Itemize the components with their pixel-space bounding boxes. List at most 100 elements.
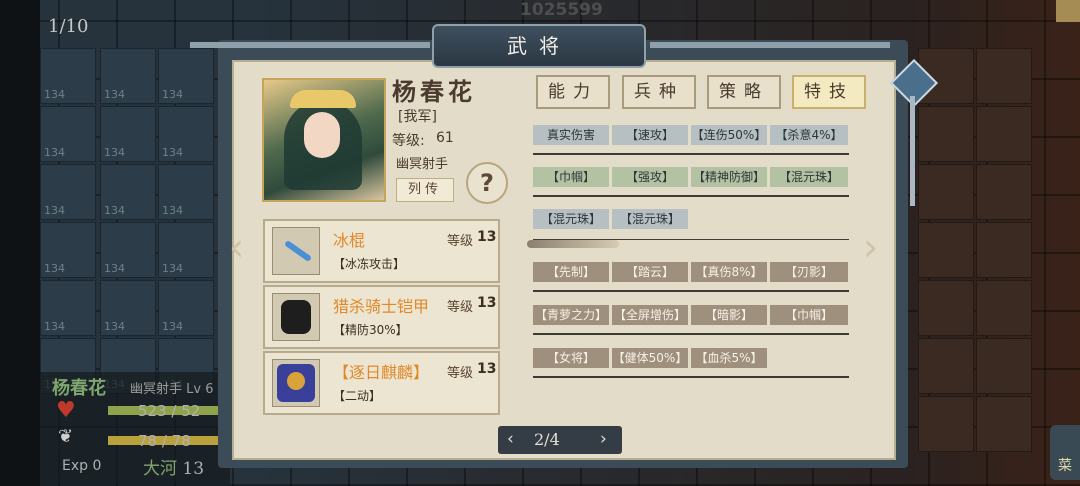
map-tile[interactable] <box>976 396 1032 452</box>
skill-tag[interactable]: 【刃影】 <box>770 262 848 282</box>
hero-portrait[interactable] <box>262 78 386 202</box>
map-tile[interactable]: 134 <box>100 280 156 336</box>
skill-tag[interactable]: 【精神防御】 <box>691 167 767 187</box>
section-separator <box>527 240 619 248</box>
map-tile[interactable]: 134 <box>40 280 96 336</box>
side-menu-button[interactable]: 菜 <box>1050 425 1080 480</box>
map-tile[interactable] <box>976 164 1032 220</box>
skill-tag[interactable]: 【踏云】 <box>612 262 688 282</box>
hero-faction: [我军] <box>398 109 437 125</box>
map-tile[interactable] <box>918 396 974 452</box>
map-tile[interactable]: 134 <box>100 222 156 278</box>
tab-strategy[interactable]: 策略 <box>707 75 781 109</box>
tile-number: 134 <box>162 262 183 275</box>
map-tile[interactable]: 134 <box>158 48 214 104</box>
equipment-level-label: 等级 <box>447 300 474 315</box>
skill-row-divider <box>533 290 849 292</box>
map-tile[interactable]: 134 <box>100 164 156 220</box>
map-tile[interactable] <box>918 164 974 220</box>
skill-tag[interactable]: 【真伤8%】 <box>691 262 767 282</box>
skill-tag[interactable]: 【连伤50%】 <box>691 125 767 145</box>
map-tile[interactable] <box>976 222 1032 278</box>
page-indicator: 2/4 <box>534 430 560 449</box>
map-tile[interactable] <box>976 338 1032 394</box>
tile-number: 134 <box>44 320 65 333</box>
prev-page-button[interactable]: ‹ <box>507 429 514 449</box>
tab-ability[interactable]: 能力 <box>536 75 610 109</box>
skill-row-divider <box>533 376 849 378</box>
help-button[interactable]: ? <box>466 162 508 204</box>
next-hero-arrow[interactable]: › <box>863 225 878 269</box>
map-tile[interactable]: 134 <box>158 280 214 336</box>
portrait-face <box>304 112 340 158</box>
equipment-effect: 【精防30%】 <box>333 323 408 337</box>
map-tile[interactable]: 134 <box>40 48 96 104</box>
tassel-ornament <box>910 96 915 206</box>
panel-title-plate: 武将 <box>432 24 646 68</box>
map-tile[interactable]: 134 <box>100 106 156 162</box>
equipment-weapon[interactable]: 冰棍 等级 13 【冰冻攻击】 <box>263 219 500 283</box>
skill-tag[interactable]: 真实伤害 <box>533 125 609 145</box>
biography-button[interactable]: 列传 <box>396 178 454 202</box>
hud-unit-name: 杨春花 <box>52 378 106 399</box>
tile-number: 134 <box>162 320 183 333</box>
skill-tag[interactable]: 【巾帼】 <box>533 167 609 187</box>
skill-tag[interactable]: 【巾帼】 <box>770 305 848 325</box>
tile-number: 134 <box>104 204 125 217</box>
map-page-counter: 1/10 <box>48 16 89 37</box>
map-tile[interactable] <box>976 106 1032 162</box>
skill-tag[interactable]: 【杀意4%】 <box>770 125 848 145</box>
map-tile[interactable] <box>918 280 974 336</box>
hud-exp: Exp 0 <box>62 458 102 474</box>
tab-troops[interactable]: 兵种 <box>622 75 696 109</box>
tile-number: 134 <box>104 88 125 101</box>
hud-place: 大河 13 <box>143 459 205 479</box>
map-tile[interactable] <box>918 338 974 394</box>
equipment-level: 13 <box>477 361 497 377</box>
skill-tag[interactable]: 【先制】 <box>533 262 609 282</box>
map-tile[interactable]: 134 <box>100 48 156 104</box>
skill-tag[interactable]: 【血杀5%】 <box>691 348 767 368</box>
tab-special-skills[interactable]: 特技 <box>792 75 866 109</box>
equipment-armor[interactable]: 猎杀骑士铠甲 等级 13 【精防30%】 <box>263 285 500 349</box>
tile-number: 134 <box>104 146 125 159</box>
hero-class: 幽冥射手 <box>396 157 449 172</box>
skill-tag[interactable]: 【暗影】 <box>691 305 767 325</box>
skill-tag[interactable]: 【混元珠】 <box>770 167 848 187</box>
map-tile[interactable]: 134 <box>40 164 96 220</box>
tile-number: 134 <box>44 88 65 101</box>
ice-stick-icon <box>272 227 320 275</box>
left-edge-strip <box>0 0 40 486</box>
title-wing-left <box>190 42 430 48</box>
map-tile[interactable] <box>918 106 974 162</box>
map-tile[interactable]: 134 <box>158 164 214 220</box>
skill-row-divider <box>533 153 849 155</box>
title-wing-right <box>650 42 890 48</box>
map-tile[interactable] <box>976 48 1032 104</box>
gold-amount: 1025599 <box>520 0 603 20</box>
equipment-level-label: 等级 <box>447 366 474 381</box>
map-tile[interactable]: 134 <box>158 222 214 278</box>
portrait-crown <box>290 90 356 108</box>
equipment-level-label: 等级 <box>447 234 474 249</box>
skill-tag[interactable]: 【混元珠】 <box>612 209 688 229</box>
hero-level: 61 <box>436 130 454 146</box>
equipment-mount[interactable]: 【逐日麒麟】 等级 13 【二动】 <box>263 351 500 415</box>
tile-number: 134 <box>162 146 183 159</box>
skill-tag[interactable]: 【速攻】 <box>612 125 688 145</box>
skill-tag[interactable]: 【健体50%】 <box>612 348 688 368</box>
prev-hero-arrow[interactable]: ‹ <box>229 225 244 269</box>
skill-tag[interactable]: 【女将】 <box>533 348 609 368</box>
skill-tag[interactable]: 【全屏增伤】 <box>612 305 688 325</box>
map-tile[interactable] <box>918 222 974 278</box>
skill-tag[interactable]: 【青萝之力】 <box>533 305 609 325</box>
next-page-button[interactable]: › <box>600 429 607 449</box>
map-tile[interactable]: 134 <box>158 106 214 162</box>
map-tile[interactable]: 134 <box>40 106 96 162</box>
section-divider-line <box>533 239 849 240</box>
skill-tag[interactable]: 【强攻】 <box>612 167 688 187</box>
skill-tag[interactable]: 【混元珠】 <box>533 209 609 229</box>
map-tile[interactable] <box>976 280 1032 336</box>
tile-number: 134 <box>162 204 183 217</box>
map-tile[interactable]: 134 <box>40 222 96 278</box>
